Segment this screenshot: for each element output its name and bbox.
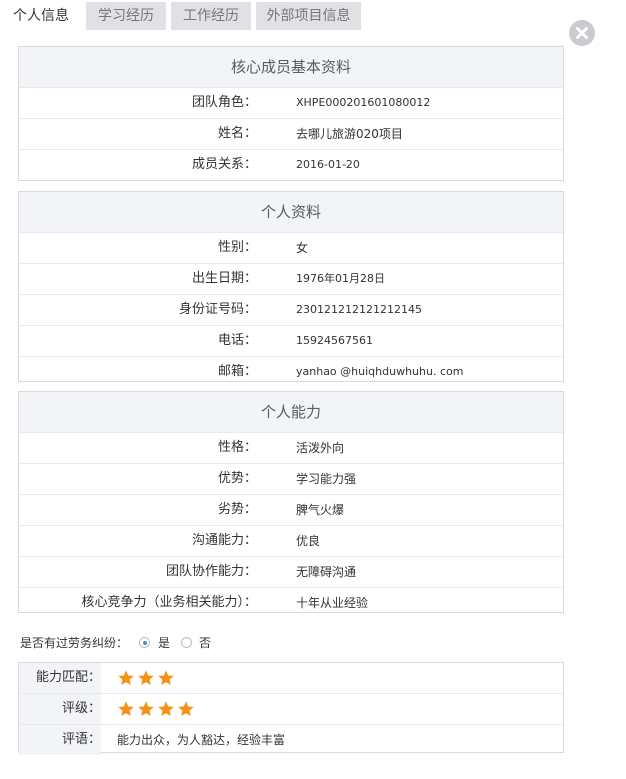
comment-text: 能力出众，为人豁达，经验丰富: [117, 733, 286, 747]
match-row: 能力匹配：: [19, 663, 563, 693]
star-icon: [118, 670, 134, 686]
tab-personal-info[interactable]: 个人信息: [0, 2, 82, 30]
field-value: 活泼外向: [296, 441, 345, 455]
info-row: 出生日期： 1976年01月28日: [19, 263, 563, 294]
field-label: 出生日期：: [191, 271, 257, 286]
labor-dispute-question: 是否有过劳务纠纷：: [20, 636, 129, 650]
rating-row: 评级：: [19, 693, 563, 724]
field-value: yanhao @huiqhduwhuhu. com: [296, 365, 464, 378]
star-icon: [158, 701, 174, 717]
tab-work-experience[interactable]: 工作经历: [171, 2, 251, 30]
info-row: 性格： 活泼外向: [19, 432, 563, 463]
info-row: 姓名： 去哪儿旅游020项目: [19, 118, 563, 149]
radio-checked-icon[interactable]: [139, 637, 150, 648]
personal-info-panel: 个人资料 性别： 女 出生日期： 1976年01月28日 身份证号码： 2301…: [18, 191, 564, 382]
core-member-panel: 核心成员基本资料 团队角色： XHPE000201601080012 姓名： 去…: [18, 46, 564, 181]
info-row: 电话： 15924567561: [19, 325, 563, 356]
field-value: 十年从业经验: [296, 596, 369, 610]
radio-no-label: 否: [199, 636, 212, 650]
panel-title: 核心成员基本资料: [19, 47, 563, 87]
field-value: 女: [296, 241, 309, 255]
comment-label: 评语：: [19, 725, 101, 755]
info-row: 沟通能力： 优良: [19, 525, 563, 556]
ability-panel: 个人能力 性格： 活泼外向 优势： 学习能力强 劣势： 脾气火爆 沟通能力： 优…: [18, 391, 564, 613]
field-label: 优势：: [217, 471, 257, 486]
field-value: 无障碍沟通: [296, 565, 357, 579]
field-value: 15924567561: [296, 334, 373, 347]
field-label: 成员关系：: [191, 157, 257, 172]
field-label: 电话：: [217, 333, 257, 348]
info-row: 团队角色： XHPE000201601080012: [19, 87, 563, 118]
info-row: 团队协作能力： 无障碍沟通: [19, 556, 563, 587]
field-value: 2016-01-20: [296, 158, 360, 171]
star-icon: [158, 670, 174, 686]
close-button[interactable]: [569, 20, 595, 46]
rating-label: 评级：: [19, 694, 101, 724]
star-icon: [178, 701, 194, 717]
star-icon: [138, 701, 154, 717]
field-label: 核心竞争力（业务相关能力）：: [81, 595, 257, 610]
info-row: 核心竞争力（业务相关能力）： 十年从业经验: [19, 587, 563, 618]
field-value: 学习能力强: [296, 472, 357, 486]
info-row: 劣势： 脾气火爆: [19, 494, 563, 525]
field-label: 邮箱：: [217, 364, 257, 379]
field-label: 团队协作能力：: [165, 564, 257, 579]
field-label: 团队角色：: [191, 95, 257, 110]
info-row: 身份证号码： 230121212121212145: [19, 294, 563, 325]
field-value: 去哪儿旅游020项目: [296, 127, 403, 141]
field-label: 身份证号码：: [178, 302, 257, 317]
info-row: 优势： 学习能力强: [19, 463, 563, 494]
evaluation-table: 能力匹配： 评级： 评语： 能力出众，为人豁达，经验丰富: [18, 662, 564, 755]
field-value: 1976年01月28日: [296, 272, 385, 285]
info-row: 成员关系： 2016-01-20: [19, 149, 563, 180]
tab-education[interactable]: 学习经历: [86, 2, 166, 30]
field-label: 劣势：: [217, 502, 257, 517]
tab-external-projects[interactable]: 外部项目信息: [256, 2, 361, 30]
field-value: 230121212121212145: [296, 303, 422, 316]
field-value: 优良: [296, 534, 321, 548]
field-label: 性别：: [217, 240, 257, 255]
field-value: XHPE000201601080012: [296, 96, 431, 109]
panel-title: 个人能力: [19, 392, 563, 432]
star-icon: [138, 670, 154, 686]
close-icon: [576, 27, 588, 39]
info-row: 性别： 女: [19, 232, 563, 263]
radio-unchecked-icon[interactable]: [181, 637, 192, 648]
field-label: 姓名：: [217, 126, 257, 141]
panel-title: 个人资料: [19, 192, 563, 232]
comment-row: 评语： 能力出众，为人豁达，经验丰富: [19, 724, 563, 755]
field-value: 脾气火爆: [296, 503, 345, 517]
info-row: 邮箱： yanhao @huiqhduwhuhu. com: [19, 356, 563, 387]
field-label: 沟通能力：: [191, 533, 257, 548]
star-icon: [118, 701, 134, 717]
field-label: 性格：: [217, 440, 257, 455]
match-label: 能力匹配：: [19, 663, 101, 693]
radio-yes-label: 是: [158, 636, 171, 650]
